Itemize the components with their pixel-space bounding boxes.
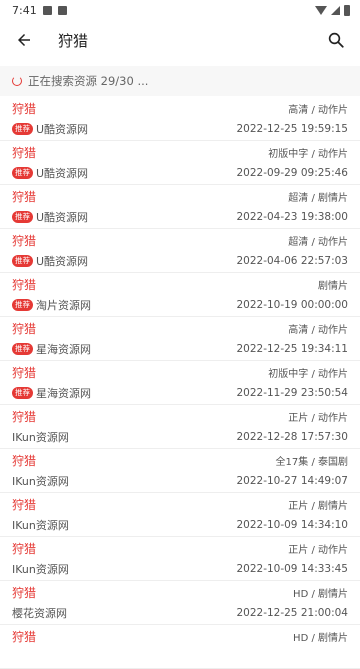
result-list: 狩猎 高清 / 动作片 推荐 U酷资源网 2022-12-25 19:59:15 狩猎 初版…: [0, 97, 360, 669]
result-item[interactable]: 狩猎 初版中字 / 动作片推荐 U酷资源网 2022-09-29 09:25:46: [0, 141, 360, 185]
result-item[interactable]: 狩猎 正片 / 剧情片 IKun资源网 2022-10-09 14:34:10: [0, 493, 360, 537]
result-tags: 正片 / 动作片: [288, 545, 348, 556]
battery-icon: [344, 4, 350, 16]
result-source-name: IKun资源网: [12, 474, 69, 488]
result-title: 狩猎: [12, 278, 37, 292]
result-title: 狩猎: [12, 322, 37, 336]
result-tags: 超清 / 动作片: [288, 237, 348, 248]
result-source: 推荐 U酷资源网: [12, 253, 88, 269]
result-time: 2022-04-23 19:38:00: [236, 210, 348, 223]
search-progress: 正在搜索资源 29/30 ...: [0, 66, 360, 96]
result-tags: 剧情片: [318, 281, 348, 292]
arrow-left-icon: [18, 34, 30, 46]
result-time: 2022-09-29 09:25:46: [236, 166, 348, 179]
result-item[interactable]: 狩猎 全17集 / 泰国剧 IKun资源网 2022-10-27 14:49:07: [0, 449, 360, 493]
result-source: 推荐 星海资源网: [12, 341, 91, 357]
result-time: 2022-12-25 19:34:11: [236, 342, 348, 355]
spinner-icon: [12, 76, 22, 86]
result-time: 2022-10-09 14:33:45: [236, 562, 348, 575]
result-title: 狩猎: [12, 366, 37, 380]
wifi-icon: [315, 5, 327, 15]
result-source-name: 星海资源网: [36, 386, 91, 400]
signal-icon: [331, 5, 340, 15]
result-time: 2022-10-19 00:00:00: [236, 298, 348, 311]
search-progress-text: 正在搜索资源 29/30 ...: [28, 74, 149, 88]
app-bar: 狩猎: [0, 20, 360, 60]
result-title: 狩猎: [12, 102, 37, 116]
result-title: 狩猎: [12, 190, 37, 204]
result-time: 2022-10-09 14:34:10: [236, 518, 348, 531]
search-icon: [328, 32, 344, 48]
recommended-badge: 推荐: [12, 166, 33, 179]
result-tags: HD / 剧情片: [293, 589, 348, 600]
result-title: 狩猎: [12, 234, 37, 248]
search-button[interactable]: [324, 28, 348, 52]
result-source-name: U酷资源网: [36, 166, 89, 180]
result-time: 2022-12-25 21:00:04: [236, 606, 348, 619]
result-source: IKun资源网: [12, 473, 69, 489]
result-source-name: 星海资源网: [36, 342, 91, 356]
result-source: 推荐 星海资源网: [12, 385, 91, 401]
result-title: 狩猎: [12, 146, 37, 160]
recommended-badge: 推荐: [12, 298, 33, 311]
result-item[interactable]: 狩猎 初版中字 / 动作片推荐 星海资源网 2022-11-29 23:50:54: [0, 361, 360, 405]
result-time: 2022-04-06 22:57:03: [236, 254, 348, 267]
back-button[interactable]: [12, 28, 36, 52]
result-time: 2022-10-27 14:49:07: [236, 474, 348, 487]
result-source: 推荐 U酷资源网: [12, 121, 88, 137]
image-notification-icon: [42, 5, 52, 15]
result-source-name: 淘片资源网: [36, 298, 91, 312]
result-source: 推荐 U酷资源网: [12, 165, 88, 181]
result-source: 樱花资源网: [12, 605, 67, 621]
result-source-name: IKun资源网: [12, 518, 69, 532]
result-item[interactable]: 狩猎 超清 / 动作片推荐 U酷资源网 2022-04-06 22:57:03: [0, 229, 360, 273]
result-tags: 初版中字 / 动作片: [268, 149, 348, 160]
result-title: 狩猎: [12, 454, 37, 468]
result-tags: 全17集 / 泰国剧: [275, 457, 348, 468]
result-source: IKun资源网: [12, 517, 69, 533]
result-tags: 超清 / 剧情片: [288, 193, 348, 204]
result-source: 推荐 淘片资源网: [12, 297, 91, 313]
result-tags: 正片 / 动作片: [288, 413, 348, 424]
result-time: 2022-11-29 23:50:54: [236, 386, 348, 399]
result-item[interactable]: 狩猎 HD / 剧情片: [0, 625, 360, 669]
result-source: IKun资源网: [12, 429, 69, 445]
result-source-name: U酷资源网: [36, 210, 89, 224]
result-source: 推荐 U酷资源网: [12, 209, 88, 225]
recommended-badge: 推荐: [12, 210, 33, 223]
result-time: 2022-12-25 19:59:15: [236, 122, 348, 135]
recommended-badge: 推荐: [12, 254, 33, 267]
result-item[interactable]: 狩猎 高清 / 动作片推荐 U酷资源网 2022-12-25 19:59:15: [0, 97, 360, 141]
app-notification-icon: [57, 5, 67, 15]
result-source-name: IKun资源网: [12, 430, 69, 444]
result-tags: 高清 / 动作片: [288, 105, 348, 116]
status-time: 7:41: [12, 3, 37, 17]
page-title: 狩猎: [58, 31, 89, 50]
recommended-badge: 推荐: [12, 386, 33, 399]
result-time: 2022-12-28 17:57:30: [236, 430, 348, 443]
result-tags: 高清 / 动作片: [288, 325, 348, 336]
result-tags: 初版中字 / 动作片: [268, 369, 348, 380]
result-source-name: U酷资源网: [36, 122, 89, 136]
result-item[interactable]: 狩猎 正片 / 动作片 IKun资源网 2022-12-28 17:57:30: [0, 405, 360, 449]
recommended-badge: 推荐: [12, 122, 33, 135]
result-item[interactable]: 狩猎 剧情片推荐 淘片资源网 2022-10-19 00:00:00: [0, 273, 360, 317]
result-title: 狩猎: [12, 410, 37, 424]
result-title: 狩猎: [12, 630, 37, 644]
result-item[interactable]: 狩猎 正片 / 动作片 IKun资源网 2022-10-09 14:33:45: [0, 537, 360, 581]
result-tags: HD / 剧情片: [293, 633, 348, 644]
result-item[interactable]: 狩猎 超清 / 剧情片推荐 U酷资源网 2022-04-23 19:38:00: [0, 185, 360, 229]
result-title: 狩猎: [12, 498, 37, 512]
result-source: IKun资源网: [12, 561, 69, 577]
result-item[interactable]: 狩猎 高清 / 动作片推荐 星海资源网 2022-12-25 19:34:11: [0, 317, 360, 361]
result-source-name: U酷资源网: [36, 254, 89, 268]
result-title: 狩猎: [12, 542, 37, 556]
result-source-name: IKun资源网: [12, 562, 69, 576]
result-source-name: 樱花资源网: [12, 606, 67, 620]
result-tags: 正片 / 剧情片: [288, 501, 348, 512]
result-title: 狩猎: [12, 586, 37, 600]
status-bar: 7:41: [0, 0, 360, 20]
result-item[interactable]: 狩猎 HD / 剧情片樱花资源网 2022-12-25 21:00:04: [0, 581, 360, 625]
recommended-badge: 推荐: [12, 342, 33, 355]
